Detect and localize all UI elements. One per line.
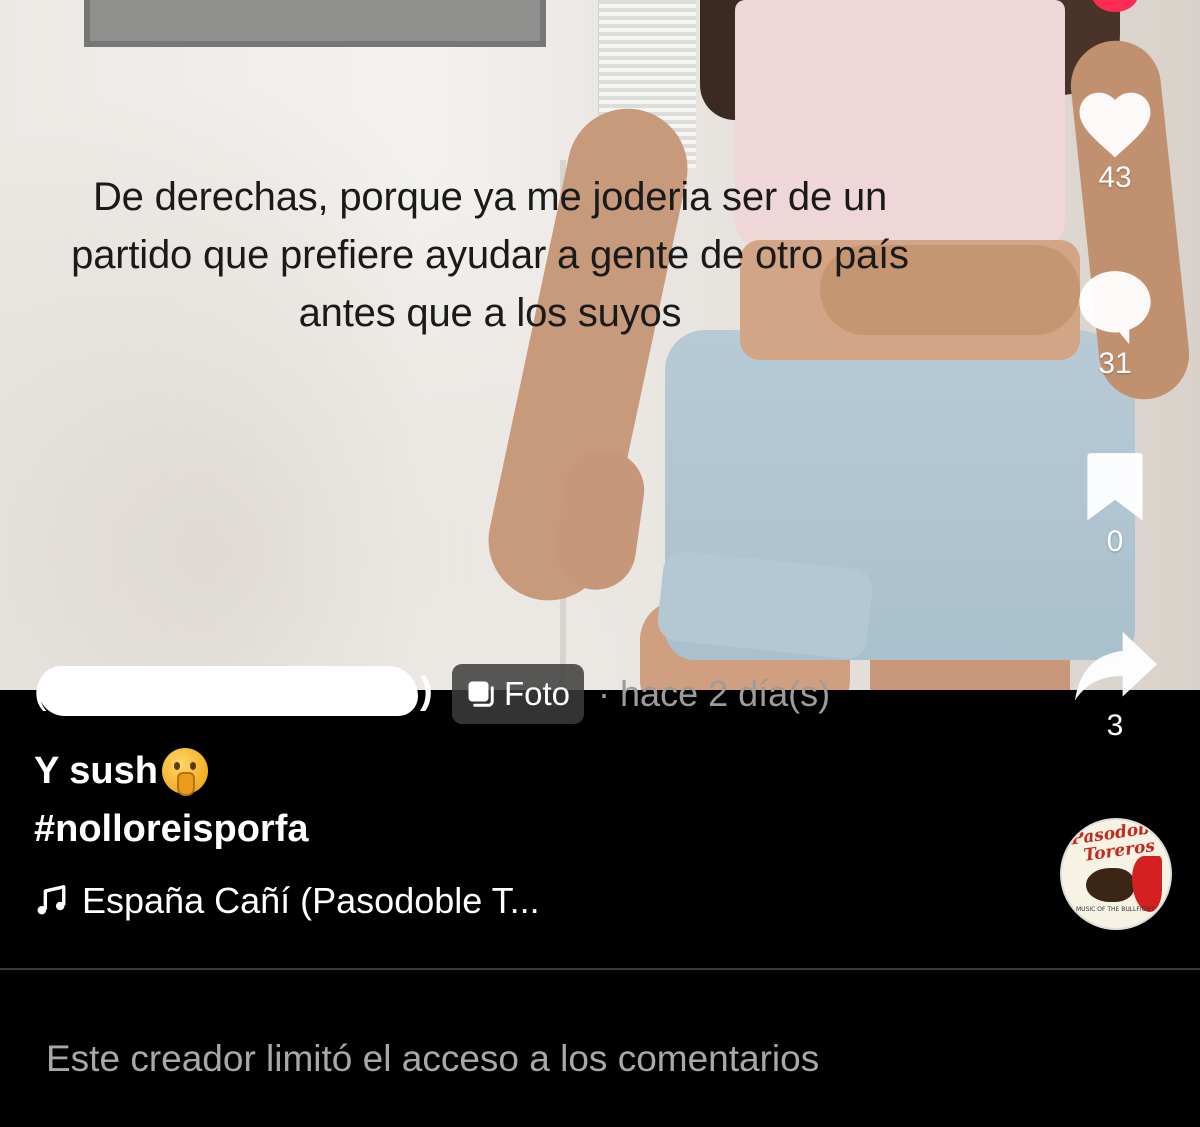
- music-title: España Cañí (Pasodoble T...: [82, 880, 540, 921]
- photo-type-label: Foto: [504, 675, 571, 712]
- cape-illustration: [1132, 856, 1162, 912]
- bookmark-icon: [1087, 453, 1143, 521]
- section-divider: [0, 968, 1200, 970]
- share-arrow-icon: [1075, 631, 1157, 701]
- comment-count: 31: [1098, 347, 1132, 380]
- photo-text-overlay: De derechas, porque ya me joderia ser de…: [71, 175, 909, 335]
- save-button[interactable]: 0: [1060, 448, 1170, 560]
- share-button[interactable]: 3: [1060, 628, 1170, 744]
- like-count: 43: [1098, 161, 1132, 194]
- shushing-face-emoji-icon: [161, 748, 208, 796]
- share-count: 3: [1106, 709, 1124, 742]
- post-caption: Y sush: [34, 748, 208, 796]
- like-button[interactable]: 43: [1060, 82, 1170, 196]
- photo-stack-icon: [468, 681, 494, 707]
- music-note-icon: [37, 885, 66, 915]
- sound-disc-button[interactable]: Pasodobles Toreros MUSIC OF THE BULLFIGH…: [1060, 818, 1172, 930]
- photo-type-badge: Foto: [452, 664, 585, 724]
- post-caption-text: Y sush: [34, 749, 158, 792]
- username-paren-close: ): [420, 670, 433, 712]
- comments-restricted-notice: Este creador limitó el acceso a los come…: [46, 1038, 820, 1079]
- post-meta: ( ) Foto · hace 2 día(s): [34, 662, 830, 726]
- post-time: · hace 2 día(s): [598, 673, 831, 714]
- heart-icon: [1079, 92, 1151, 158]
- comment-button[interactable]: 31: [1060, 264, 1170, 382]
- wall-frame: [84, 0, 546, 47]
- hashtag-link[interactable]: #nolloreisporfa: [34, 808, 309, 851]
- comment-bubble-icon: [1079, 271, 1151, 345]
- sound-disc-subtitle: MUSIC OF THE BULLFIGHT: [1076, 906, 1155, 913]
- bull-illustration: [1086, 868, 1134, 902]
- username-redaction: [38, 666, 418, 716]
- music-link[interactable]: España Cañí (Pasodoble T...: [34, 880, 540, 922]
- save-count: 0: [1106, 525, 1124, 558]
- post-photo[interactable]: De derechas, porque ya me joderia ser de…: [0, 0, 1200, 690]
- username-link[interactable]: ( ): [34, 664, 434, 724]
